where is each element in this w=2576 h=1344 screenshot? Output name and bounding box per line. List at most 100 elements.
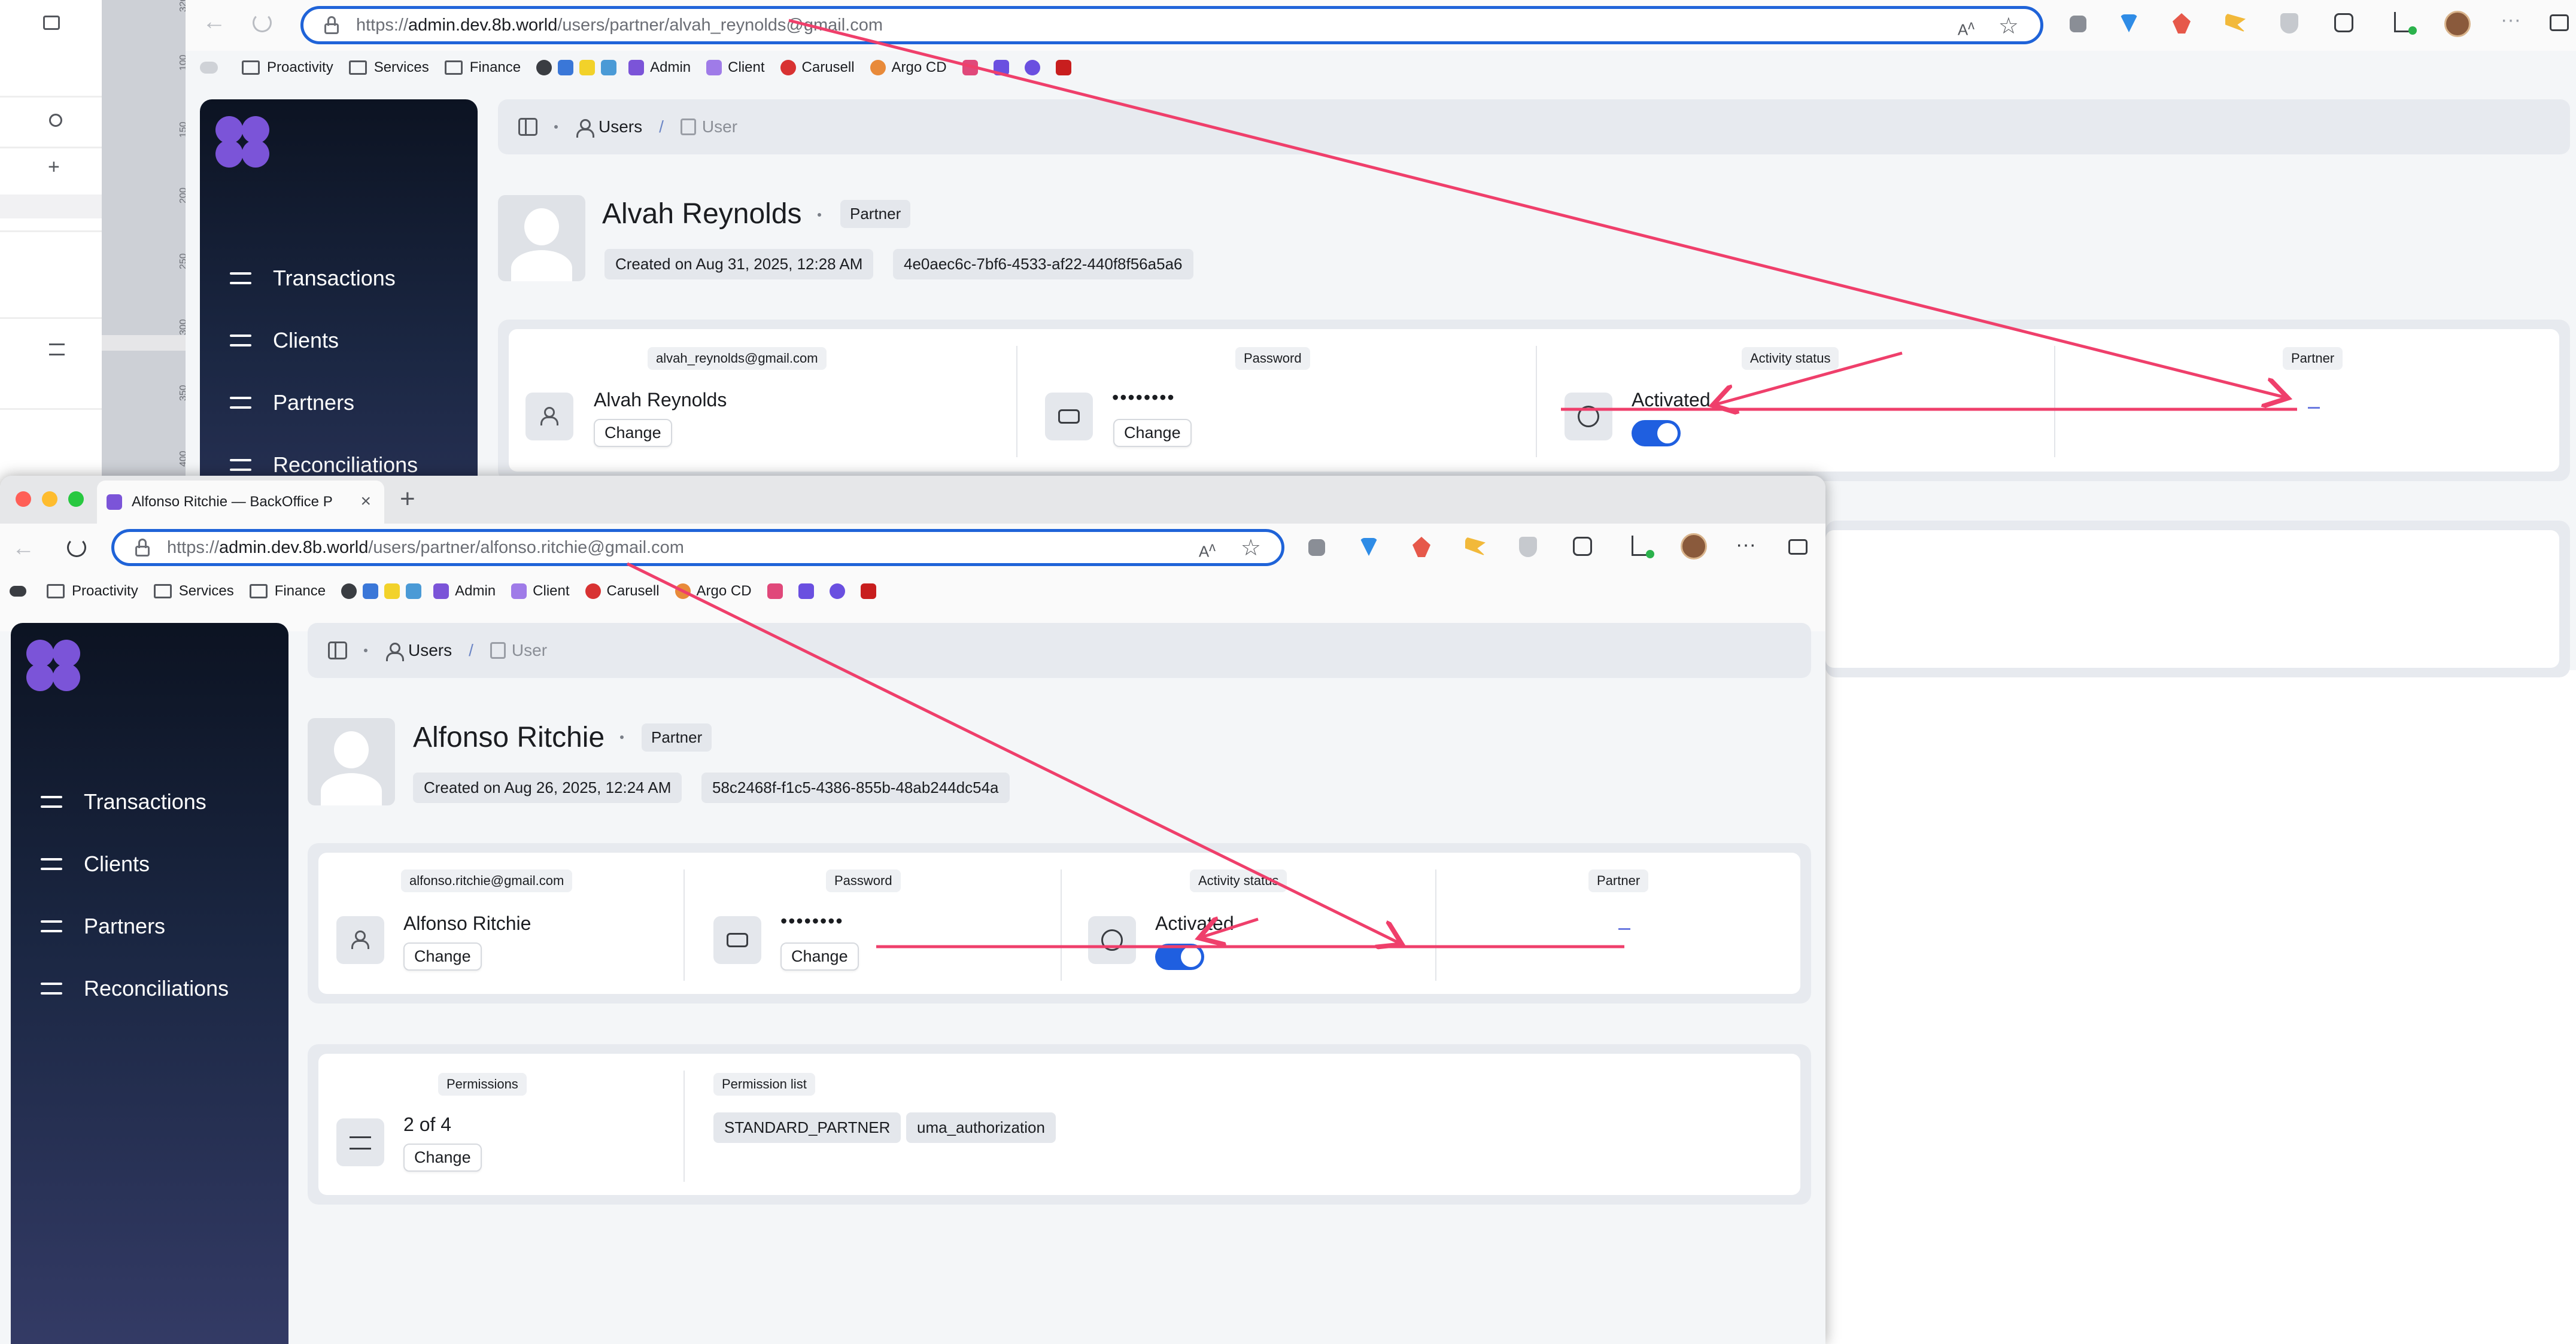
openai-icon[interactable] bbox=[536, 60, 552, 75]
bookmark-icon-blue[interactable] bbox=[363, 583, 379, 599]
bookmark-carusell[interactable]: Carusell bbox=[780, 59, 855, 76]
back-arrow-icon[interactable]: ← bbox=[12, 536, 35, 561]
read-aloud-icon[interactable]: Aʌ bbox=[1958, 17, 1974, 39]
checklist-icon bbox=[229, 453, 253, 477]
change-permissions-button[interactable]: Change bbox=[403, 1144, 482, 1172]
bookmark-argo-cd[interactable]: Argo CD bbox=[870, 59, 947, 76]
bookmark-client[interactable]: Client bbox=[511, 583, 570, 600]
bookmark-icon-s-purple[interactable] bbox=[798, 583, 814, 599]
bookmark-proactivity[interactable]: Proactivity bbox=[47, 583, 138, 600]
shield-icon[interactable] bbox=[2280, 13, 2298, 34]
more-menu-icon[interactable]: ··· bbox=[2501, 8, 2521, 32]
bookmark-icon-s-pink[interactable] bbox=[962, 60, 978, 75]
bookmark-finance[interactable]: Finance bbox=[444, 59, 521, 76]
permission-chip: STANDARD_PARTNER bbox=[713, 1112, 901, 1143]
bookmark-admin[interactable]: Admin bbox=[433, 583, 496, 600]
bookmark-proactivity[interactable]: Proactivity bbox=[242, 59, 333, 76]
bookmark-icon-s-purple[interactable] bbox=[993, 60, 1009, 75]
permissions-title: Permissions bbox=[438, 1073, 527, 1096]
maximize-window-button[interactable] bbox=[68, 491, 84, 507]
url-text[interactable]: https://admin.dev.8b.world/users/partner… bbox=[167, 538, 684, 558]
tab-close-icon[interactable]: × bbox=[360, 491, 371, 512]
nav-clients[interactable]: Clients bbox=[40, 852, 150, 877]
bookmark-icon-s-pink[interactable] bbox=[767, 583, 783, 599]
reload-icon[interactable] bbox=[67, 538, 86, 557]
bookmark-icon-photo[interactable] bbox=[406, 583, 422, 599]
tab-active[interactable]: Alfonso Ritchie — BackOffice P × bbox=[97, 481, 384, 524]
change-name-button[interactable]: Change bbox=[403, 942, 482, 971]
new-tab-button[interactable]: + bbox=[400, 484, 415, 514]
change-password-button[interactable]: Change bbox=[1113, 419, 1192, 447]
back-arrow-icon[interactable]: ← bbox=[202, 8, 226, 35]
bookmark-icon-chat[interactable] bbox=[1024, 60, 1040, 75]
nav-partners[interactable]: Partners bbox=[40, 914, 165, 939]
bookmark-icon-chat[interactable] bbox=[829, 583, 845, 599]
address-bar[interactable]: https://admin.dev.8b.world/users/partner… bbox=[111, 529, 1284, 566]
tab-groups-icon[interactable] bbox=[10, 586, 26, 597]
sidebar-toggle-icon[interactable] bbox=[328, 641, 347, 659]
bookmark-icon-youtube[interactable] bbox=[1055, 60, 1071, 75]
bookmark-carusell[interactable]: Carusell bbox=[585, 583, 660, 600]
profile-avatar[interactable] bbox=[1681, 533, 1707, 560]
bookmark-argo-cd[interactable]: Argo CD bbox=[675, 583, 752, 600]
nav-reconciliations[interactable]: Reconciliations bbox=[229, 452, 418, 478]
bookmark-admin[interactable]: Admin bbox=[628, 59, 691, 76]
brand-logo[interactable] bbox=[26, 640, 84, 694]
brand-logo[interactable] bbox=[215, 116, 273, 170]
shield-icon[interactable] bbox=[1519, 537, 1537, 557]
favorite-star-icon[interactable]: ☆ bbox=[1241, 534, 1261, 561]
bookmark-services[interactable]: Services bbox=[153, 583, 234, 600]
nav-clients[interactable]: Clients bbox=[229, 328, 339, 353]
tab-groups-icon[interactable] bbox=[200, 62, 218, 74]
openai-icon[interactable] bbox=[341, 583, 357, 599]
sidebar-toggle-icon[interactable] bbox=[518, 118, 537, 136]
bookmark-icon-yellow[interactable] bbox=[384, 583, 400, 599]
list-indent-icon bbox=[350, 1136, 371, 1150]
change-name-button[interactable]: Change bbox=[594, 419, 672, 447]
bookmark-services[interactable]: Services bbox=[348, 59, 429, 76]
reload-icon[interactable] bbox=[253, 13, 272, 32]
bookmark-client[interactable]: Client bbox=[706, 59, 765, 76]
activity-toggle[interactable] bbox=[1632, 420, 1681, 446]
bookmark-icon-yellow[interactable] bbox=[579, 60, 596, 75]
change-password-button[interactable]: Change bbox=[780, 942, 859, 971]
nav-reconciliations[interactable]: Reconciliations bbox=[40, 976, 229, 1001]
bookmark-icon-photo[interactable] bbox=[601, 60, 617, 75]
nav-partners[interactable]: Partners bbox=[229, 390, 354, 415]
activity-toggle[interactable] bbox=[1155, 944, 1204, 970]
nav-transactions[interactable]: Transactions bbox=[40, 789, 206, 814]
sidebar-toggle-icon[interactable] bbox=[1788, 539, 1808, 555]
sidebar-toggle-icon[interactable] bbox=[2550, 14, 2569, 31]
extensions-puzzle-icon[interactable] bbox=[1573, 537, 1592, 556]
more-menu-icon[interactable]: ··· bbox=[1736, 533, 1756, 557]
password-title: Password bbox=[1235, 347, 1310, 370]
favorite-star-icon[interactable]: ☆ bbox=[1998, 13, 2019, 39]
selected-row[interactable] bbox=[0, 194, 102, 218]
breadcrumb-users[interactable]: Users bbox=[575, 117, 642, 138]
minimize-window-button[interactable] bbox=[42, 491, 57, 507]
url-text[interactable]: https://admin.dev.8b.world/users/partner… bbox=[356, 16, 883, 35]
activity-status-value: Activated bbox=[1632, 389, 1711, 411]
close-window-button[interactable] bbox=[16, 491, 31, 507]
address-bar[interactable]: https://admin.dev.8b.world/users/partner… bbox=[300, 6, 2043, 44]
breadcrumb-users[interactable]: Users bbox=[384, 641, 452, 661]
created-date: Created on Aug 26, 2025, 12:24 AM bbox=[413, 773, 682, 803]
partner-title: Partner bbox=[1588, 869, 1649, 892]
read-aloud-icon[interactable]: Aʌ bbox=[1199, 539, 1216, 561]
collections-icon[interactable] bbox=[2070, 16, 2086, 32]
plus-icon[interactable]: + bbox=[48, 156, 60, 179]
extensions-puzzle-icon[interactable] bbox=[2334, 13, 2353, 32]
search-icon[interactable] bbox=[49, 114, 62, 127]
collections-icon[interactable] bbox=[1308, 539, 1325, 556]
list-icon[interactable] bbox=[49, 343, 65, 355]
nav-transactions[interactable]: Transactions bbox=[229, 266, 396, 291]
separator-dot bbox=[620, 735, 624, 739]
bookmark-finance[interactable]: Finance bbox=[249, 583, 326, 600]
divider bbox=[0, 408, 102, 410]
panel-icon[interactable] bbox=[43, 16, 60, 30]
bookmark-icon-blue[interactable] bbox=[558, 60, 574, 75]
activity-icon bbox=[1578, 406, 1599, 427]
ruler-band bbox=[102, 335, 186, 351]
bookmark-icon-youtube[interactable] bbox=[860, 583, 876, 599]
profile-avatar[interactable] bbox=[2444, 11, 2471, 37]
